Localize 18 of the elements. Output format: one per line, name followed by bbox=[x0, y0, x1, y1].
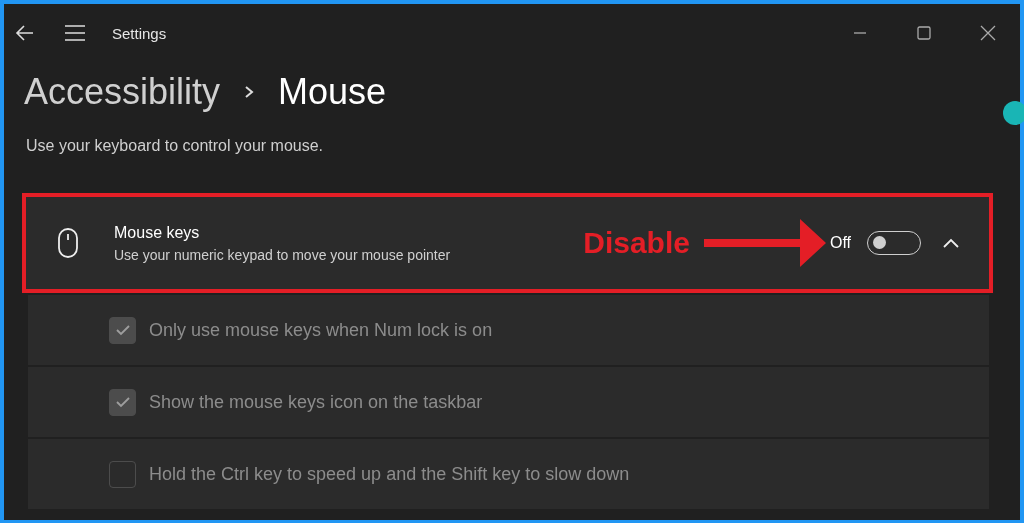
setting-subtitle: Use your numeric keypad to move your mouse pointer bbox=[114, 246, 451, 263]
setting-title: Mouse keys bbox=[114, 223, 201, 242]
option-label: Hold the Ctrl key to speed up and the Shift key to slow down bbox=[149, 463, 630, 485]
close-icon bbox=[980, 25, 996, 41]
menu-icon[interactable] bbox=[64, 22, 86, 44]
page-description: Use your keyboard to control your mouse. bbox=[26, 137, 324, 154]
option-label: Show the mouse keys icon on the taskbar bbox=[149, 391, 483, 413]
breadcrumb-item: Mouse bbox=[278, 71, 387, 113]
checkmark-icon bbox=[115, 396, 130, 408]
breadcrumb-item[interactable]: Accessibility bbox=[24, 71, 221, 113]
window-title: Settings bbox=[112, 24, 167, 42]
toggle-state-label: Off bbox=[829, 234, 851, 252]
mouse-icon bbox=[58, 228, 78, 258]
annotation-label: Disable bbox=[583, 226, 690, 260]
option-label: Only use mouse keys when Num lock is on bbox=[149, 319, 493, 341]
chevron-icon bbox=[943, 238, 959, 248]
maximize-icon bbox=[917, 26, 931, 40]
checkmark-icon bbox=[115, 324, 130, 336]
